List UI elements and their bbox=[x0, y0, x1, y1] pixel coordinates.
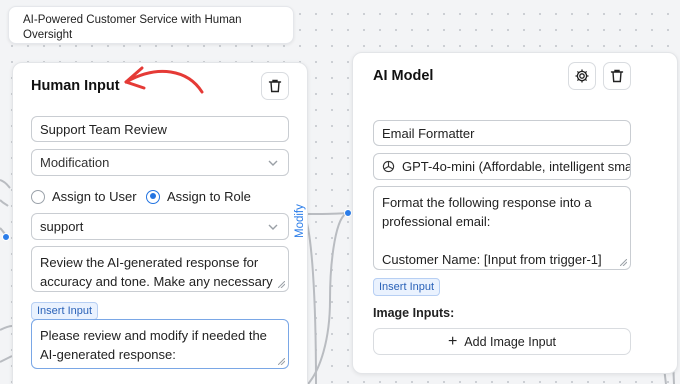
edge-left-1 bbox=[0, 179, 11, 189]
insert-input-label: Insert Input bbox=[37, 305, 93, 317]
model-select-value: GPT-4o-mini (Affordable, intelligent sma bbox=[402, 159, 631, 174]
type-select[interactable]: Modification bbox=[31, 149, 289, 176]
insert-input-label: Insert Input bbox=[379, 281, 435, 293]
role-select-value: support bbox=[40, 219, 84, 234]
model-prompt-textarea[interactable]: Format the following response into a pro… bbox=[373, 186, 631, 270]
model-name-value: Email Formatter bbox=[382, 125, 475, 141]
resize-handle-icon[interactable] bbox=[278, 358, 285, 365]
prompt-textarea[interactable]: Please review and modify if needed the A… bbox=[31, 319, 289, 369]
instructions-textarea[interactable]: Review the AI-generated response for acc… bbox=[31, 246, 289, 292]
instructions-value: Review the AI-generated response for acc… bbox=[40, 255, 273, 289]
assign-user-label: Assign to User bbox=[52, 189, 137, 204]
edge-left-4 bbox=[0, 325, 13, 331]
gear-icon bbox=[575, 69, 589, 83]
prompt-line-2: Customer Name: [Input from trigger-1] bbox=[382, 252, 602, 267]
edge-left-2 bbox=[0, 199, 9, 207]
human-input-node[interactable]: Human Input Support Team Review Modifica… bbox=[12, 62, 308, 384]
chevron-down-icon bbox=[268, 160, 278, 166]
prompt-line-1: Format the following response into a pro… bbox=[382, 195, 592, 229]
node-title: Human Input bbox=[31, 78, 120, 94]
delete-node-button[interactable] bbox=[261, 72, 289, 100]
name-input[interactable]: Support Team Review bbox=[31, 116, 289, 142]
delete-node-button[interactable] bbox=[603, 62, 631, 90]
ai-model-node[interactable]: AI Model Email Formatter GPT-4o-mini (Af… bbox=[352, 52, 678, 374]
workflow-title: AI-Powered Customer Service with Human O… bbox=[23, 14, 242, 41]
openai-icon bbox=[382, 160, 395, 173]
name-input-value: Support Team Review bbox=[40, 121, 167, 137]
resize-handle-icon[interactable] bbox=[620, 259, 627, 266]
radio-circle[interactable] bbox=[31, 189, 45, 204]
trash-icon bbox=[268, 79, 282, 93]
prompt-blank-line bbox=[382, 231, 622, 250]
resize-handle-icon[interactable] bbox=[278, 281, 285, 288]
add-image-input-button[interactable]: + Add Image Input bbox=[373, 328, 631, 355]
image-inputs-label: Image Inputs: bbox=[373, 306, 455, 320]
edge-label-modify: Modify bbox=[294, 204, 306, 238]
radio-circle-selected[interactable] bbox=[146, 189, 160, 204]
trash-icon bbox=[610, 69, 624, 83]
role-select[interactable]: support bbox=[31, 213, 289, 240]
model-select[interactable]: GPT-4o-mini (Affordable, intelligent sma bbox=[373, 153, 631, 180]
edge-left-5 bbox=[0, 355, 13, 363]
model-name-input[interactable]: Email Formatter bbox=[373, 120, 631, 146]
node-title: AI Model bbox=[373, 68, 434, 84]
insert-input-button[interactable]: Insert Input bbox=[373, 278, 441, 296]
edge-modify bbox=[303, 212, 349, 215]
insert-input-button[interactable]: Insert Input bbox=[31, 302, 99, 320]
chevron-down-icon bbox=[268, 224, 278, 230]
plus-icon: + bbox=[447, 332, 458, 350]
ai-input-handle[interactable] bbox=[344, 209, 352, 217]
assign-to-user-radio[interactable]: Assign to User bbox=[31, 189, 137, 204]
add-image-label: Add Image Input bbox=[464, 334, 557, 349]
input-handle[interactable] bbox=[2, 233, 10, 241]
workflow-title-card: AI-Powered Customer Service with Human O… bbox=[8, 6, 294, 44]
prompt-value: Please review and modify if needed the A… bbox=[40, 328, 267, 362]
annotation-arrow bbox=[124, 66, 204, 94]
settings-button[interactable] bbox=[568, 62, 596, 90]
assign-role-label: Assign to Role bbox=[167, 189, 251, 204]
type-select-value: Modification bbox=[40, 155, 110, 170]
assign-to-role-radio[interactable]: Assign to Role bbox=[146, 189, 251, 204]
